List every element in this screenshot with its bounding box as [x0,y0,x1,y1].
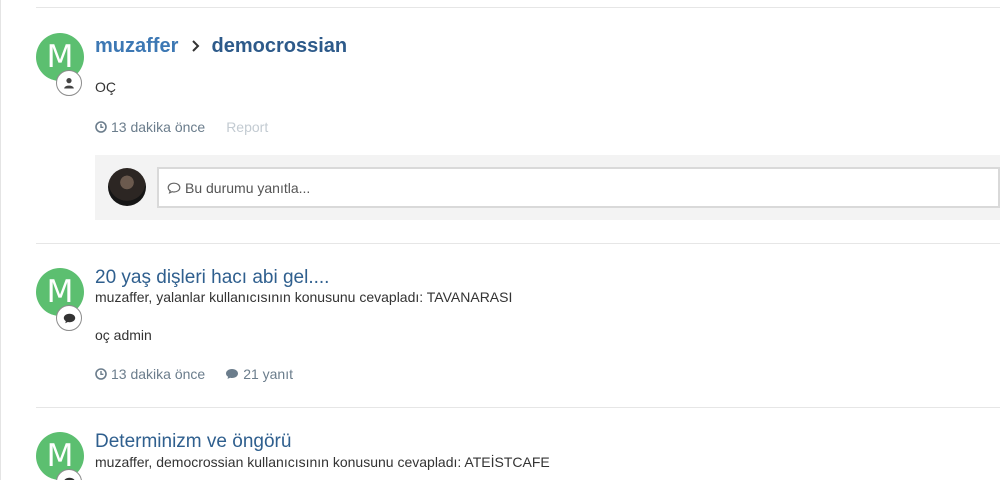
post-excerpt: oç admin [95,327,152,343]
comment-icon [56,305,82,331]
timestamp-link[interactable]: 13 dakika önce [111,119,205,135]
reply-count[interactable]: 21 yanıt [225,366,293,382]
chevron-right-icon [191,35,201,59]
activity-meta: 13 dakika önce 21 yanıt [95,366,293,382]
author-link[interactable]: muzaffer [95,35,178,57]
avatar [108,168,146,206]
comment-icon [167,182,181,194]
reply-box: Bu durumu yanıtla... [95,155,1000,220]
user-icon [56,70,82,96]
divider [36,407,1000,408]
reply-placeholder: Bu durumu yanıtla... [185,179,311,196]
clock-icon [95,368,107,380]
topic-title-link[interactable]: Determinizm ve öngörü [95,430,291,454]
timestamp-link[interactable]: 13 dakika önce [111,366,205,382]
topic-title-link[interactable]: 20 yaş dişleri hacı abi gel.... [95,266,329,290]
reply-input[interactable]: Bu durumu yanıtla... [157,167,1000,208]
status-meta: 13 dakika önce Report [95,119,268,135]
divider [36,243,1000,244]
left-border [0,0,1,480]
clock-icon [95,121,107,133]
activity-description: muzaffer, yalanlar kullanıcısının konusu… [95,289,513,305]
target-user-link[interactable]: democrossian [211,35,347,57]
comment-icon [226,369,239,379]
status-body: OÇ [95,79,116,95]
activity-description: muzaffer, democrossian kullanıcısının ko… [95,454,550,470]
divider [36,7,1000,8]
reply-count-label: 21 yanıt [243,366,294,382]
report-link[interactable]: Report [226,119,268,135]
status-title: muzaffer democrossian [95,34,347,59]
